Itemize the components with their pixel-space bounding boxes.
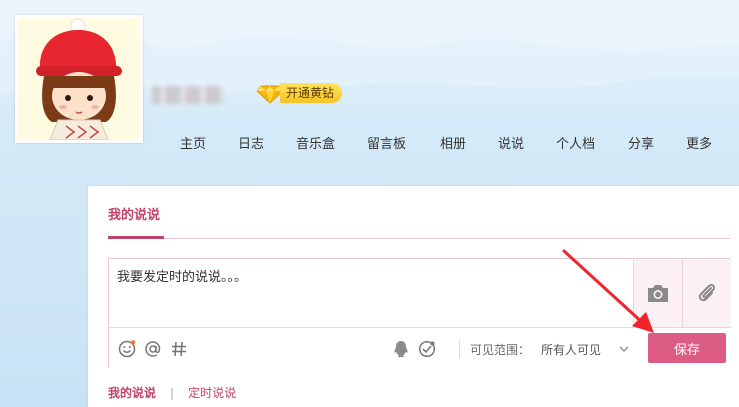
post-textarea[interactable]: 我要发定时的说说。。。 bbox=[109, 259, 633, 327]
hash-icon bbox=[172, 341, 186, 357]
topic-button[interactable] bbox=[169, 339, 189, 359]
mention-button[interactable] bbox=[143, 339, 163, 359]
avatar[interactable] bbox=[15, 15, 143, 143]
nav-item-profile[interactable]: 个人档 bbox=[556, 133, 595, 152]
visibility-select[interactable]: 所有人可见 bbox=[541, 340, 629, 358]
clock-check-icon bbox=[418, 340, 436, 358]
cartoon-girl-avatar bbox=[18, 18, 140, 141]
toolbar-divider bbox=[459, 340, 460, 358]
nav-item-guestbook[interactable]: 留言板 bbox=[367, 133, 406, 152]
tab-divider bbox=[108, 238, 730, 239]
visibility-label: 可见范围： bbox=[470, 343, 531, 357]
nav-item-music[interactable]: 音乐盒 bbox=[296, 133, 335, 152]
chevron-down-icon bbox=[619, 346, 629, 352]
visibility-value: 所有人可见 bbox=[541, 342, 602, 357]
sub-tabs: 我的说说 | 定时说说 bbox=[108, 384, 236, 401]
paperclip-icon bbox=[698, 283, 716, 302]
username-blurred bbox=[152, 86, 224, 104]
main-nav: 主页 日志 音乐盒 留言板 相册 说说 个人档 分享 更多 bbox=[0, 133, 739, 155]
sub-tab-separator: | bbox=[170, 385, 175, 400]
nav-item-home[interactable]: 主页 bbox=[180, 133, 206, 152]
vip-badge[interactable]: 开通黄钻 bbox=[256, 82, 354, 104]
nav-item-blog[interactable]: 日志 bbox=[238, 133, 264, 152]
tab-my-shuoshuo[interactable]: 我的说说 bbox=[108, 204, 160, 223]
nav-item-more[interactable]: 更多 bbox=[686, 133, 712, 152]
sub-tab-my-shuoshuo[interactable]: 我的说说 bbox=[108, 384, 156, 401]
penguin-icon bbox=[394, 341, 408, 357]
nav-item-share[interactable]: 分享 bbox=[628, 133, 654, 152]
nav-item-shuoshuo[interactable]: 说说 bbox=[498, 133, 524, 152]
schedule-button[interactable] bbox=[417, 339, 437, 359]
red-pointer-arrow bbox=[562, 249, 654, 333]
nav-item-album[interactable]: 相册 bbox=[440, 133, 466, 152]
at-icon bbox=[145, 341, 161, 357]
attach-button[interactable] bbox=[682, 259, 731, 327]
emoji-button[interactable] bbox=[117, 339, 137, 359]
tab-active-indicator bbox=[108, 236, 164, 239]
watermark: 系统之家 bbox=[570, 372, 654, 396]
smile-icon bbox=[118, 340, 136, 358]
qq-sync-button[interactable] bbox=[391, 339, 411, 359]
vip-badge-label: 开通黄钻 bbox=[280, 83, 343, 103]
sub-tab-scheduled[interactable]: 定时说说 bbox=[188, 384, 236, 401]
